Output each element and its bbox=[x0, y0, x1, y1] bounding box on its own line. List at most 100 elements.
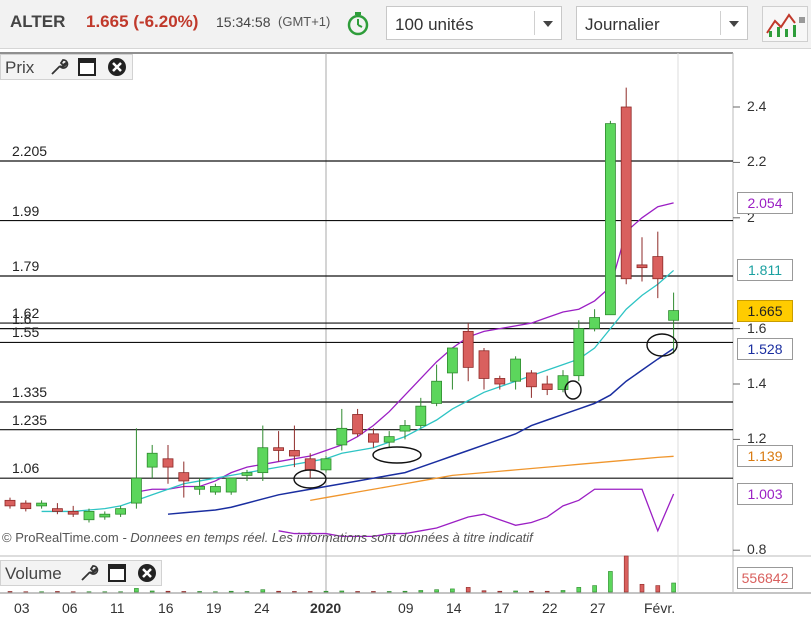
volume-bar bbox=[260, 589, 266, 593]
volume-bar bbox=[560, 590, 566, 593]
select-divider bbox=[534, 11, 535, 35]
top-toolbar: ALTER 1.665 (-6.20%) 15:34:58 (GMT+1) 10… bbox=[0, 0, 811, 49]
volume-bar bbox=[529, 590, 534, 593]
value-box-bollinger-lower: 1.003 bbox=[737, 482, 793, 505]
quantity-select-value: 100 unités bbox=[395, 15, 474, 34]
x-tick-label: 22 bbox=[542, 600, 558, 616]
wrench-icon[interactable] bbox=[79, 563, 99, 583]
x-tick-label: 03 bbox=[14, 600, 30, 616]
x-tick-label: 06 bbox=[62, 600, 78, 616]
level-label: 1.55 bbox=[12, 324, 40, 341]
value-box-last-price: 1.665 bbox=[737, 299, 793, 322]
volume-bar bbox=[497, 590, 503, 593]
candle-body bbox=[209, 486, 221, 493]
candle-body bbox=[225, 477, 237, 493]
chart-settings-button[interactable] bbox=[762, 6, 808, 42]
volume-bar bbox=[134, 588, 139, 593]
volume-bar bbox=[276, 590, 281, 593]
x-tick-label: 17 bbox=[494, 600, 510, 616]
stopwatch-icon[interactable] bbox=[345, 10, 371, 36]
candle-body bbox=[620, 106, 632, 280]
price-change: 1.665 (-6.20%) bbox=[86, 12, 199, 31]
candle-body bbox=[431, 380, 443, 404]
candle-body bbox=[446, 347, 458, 374]
candle-body bbox=[383, 436, 395, 443]
candle-body bbox=[130, 477, 142, 504]
volume-value-box: 556842 bbox=[737, 567, 793, 589]
level-label: 1.06 bbox=[12, 460, 40, 477]
candle-body bbox=[304, 458, 316, 471]
candle-body bbox=[573, 328, 585, 377]
candle-body bbox=[494, 378, 506, 385]
x-tick-label: 16 bbox=[158, 600, 174, 616]
volume-bar bbox=[592, 585, 597, 593]
volume-bar bbox=[544, 590, 550, 593]
candle-body bbox=[352, 414, 364, 435]
price-panel-title: Prix bbox=[5, 58, 35, 77]
copyright-disclaimer: - Donnees en temps réel. Les information… bbox=[118, 530, 533, 545]
maximize-icon[interactable] bbox=[107, 563, 127, 583]
candle-body bbox=[415, 405, 427, 426]
candle-body bbox=[115, 508, 126, 515]
x-tick-label: Févr. bbox=[644, 600, 676, 616]
close-icon[interactable] bbox=[107, 57, 127, 77]
level-label: 1.79 bbox=[12, 257, 40, 274]
candle-body bbox=[336, 427, 348, 446]
volume-bar bbox=[418, 590, 424, 593]
x-tick-label: 11 bbox=[110, 600, 125, 616]
candle-body bbox=[605, 123, 616, 316]
volume-bar bbox=[623, 555, 629, 593]
volume-bar bbox=[197, 591, 202, 593]
select-divider bbox=[720, 11, 721, 35]
volume-bar bbox=[639, 583, 645, 593]
value-box-bollinger-upper: 2.054 bbox=[737, 191, 793, 214]
x-tick-label: 14 bbox=[446, 600, 462, 616]
candle-body bbox=[462, 330, 474, 368]
candle-body bbox=[146, 452, 158, 468]
candle-body bbox=[162, 458, 174, 468]
volume-bar bbox=[292, 591, 297, 593]
volume-bar bbox=[671, 582, 676, 593]
volume-bar bbox=[339, 590, 345, 593]
candle-body bbox=[652, 256, 664, 280]
candle-body bbox=[241, 472, 253, 476]
wrench-icon[interactable] bbox=[49, 57, 69, 77]
quantity-select[interactable]: 100 unités bbox=[386, 6, 562, 40]
candle-body bbox=[257, 447, 269, 474]
period-select[interactable]: Journalier bbox=[576, 6, 748, 40]
volume-bar bbox=[323, 590, 329, 593]
candle-body bbox=[83, 511, 95, 521]
volume-bar bbox=[371, 591, 376, 593]
price-panel-header: Prix bbox=[0, 54, 133, 80]
volume-bar bbox=[481, 590, 487, 593]
volume-panel-title: Volume bbox=[5, 564, 62, 583]
highlight-ellipse bbox=[564, 380, 582, 400]
chevron-down-icon bbox=[543, 21, 553, 27]
volume-bar bbox=[608, 571, 613, 593]
level-label: 2.205 bbox=[12, 143, 48, 159]
candle-body bbox=[99, 513, 111, 518]
volume-bar bbox=[434, 589, 439, 593]
copyright-notice: © ProRealTime.com - Donnees en temps rée… bbox=[2, 530, 533, 545]
volume-bar bbox=[244, 591, 250, 593]
x-tick-label: 19 bbox=[206, 600, 222, 616]
maximize-icon[interactable] bbox=[77, 57, 97, 77]
highlight-ellipse bbox=[646, 333, 678, 357]
volume-bar bbox=[450, 588, 455, 593]
candle-body bbox=[367, 433, 379, 443]
x-tick-label: 09 bbox=[398, 600, 414, 616]
candle-body bbox=[4, 499, 16, 507]
bollinger-upper-line bbox=[136, 202, 674, 493]
y-tick-label: 1.2 bbox=[747, 430, 767, 447]
level-label: 1.235 bbox=[12, 411, 48, 428]
close-icon[interactable] bbox=[137, 563, 157, 583]
candle-body bbox=[178, 472, 190, 482]
volume-bar bbox=[655, 585, 661, 593]
volume-bar bbox=[7, 591, 13, 593]
value-box-ma-slow: 1.139 bbox=[737, 445, 793, 468]
y-tick-label: 0.8 bbox=[747, 541, 767, 558]
candle-body bbox=[20, 502, 32, 510]
candle-body bbox=[478, 350, 490, 379]
volume-bar bbox=[55, 591, 60, 593]
volume-panel-header: Volume bbox=[0, 560, 162, 586]
